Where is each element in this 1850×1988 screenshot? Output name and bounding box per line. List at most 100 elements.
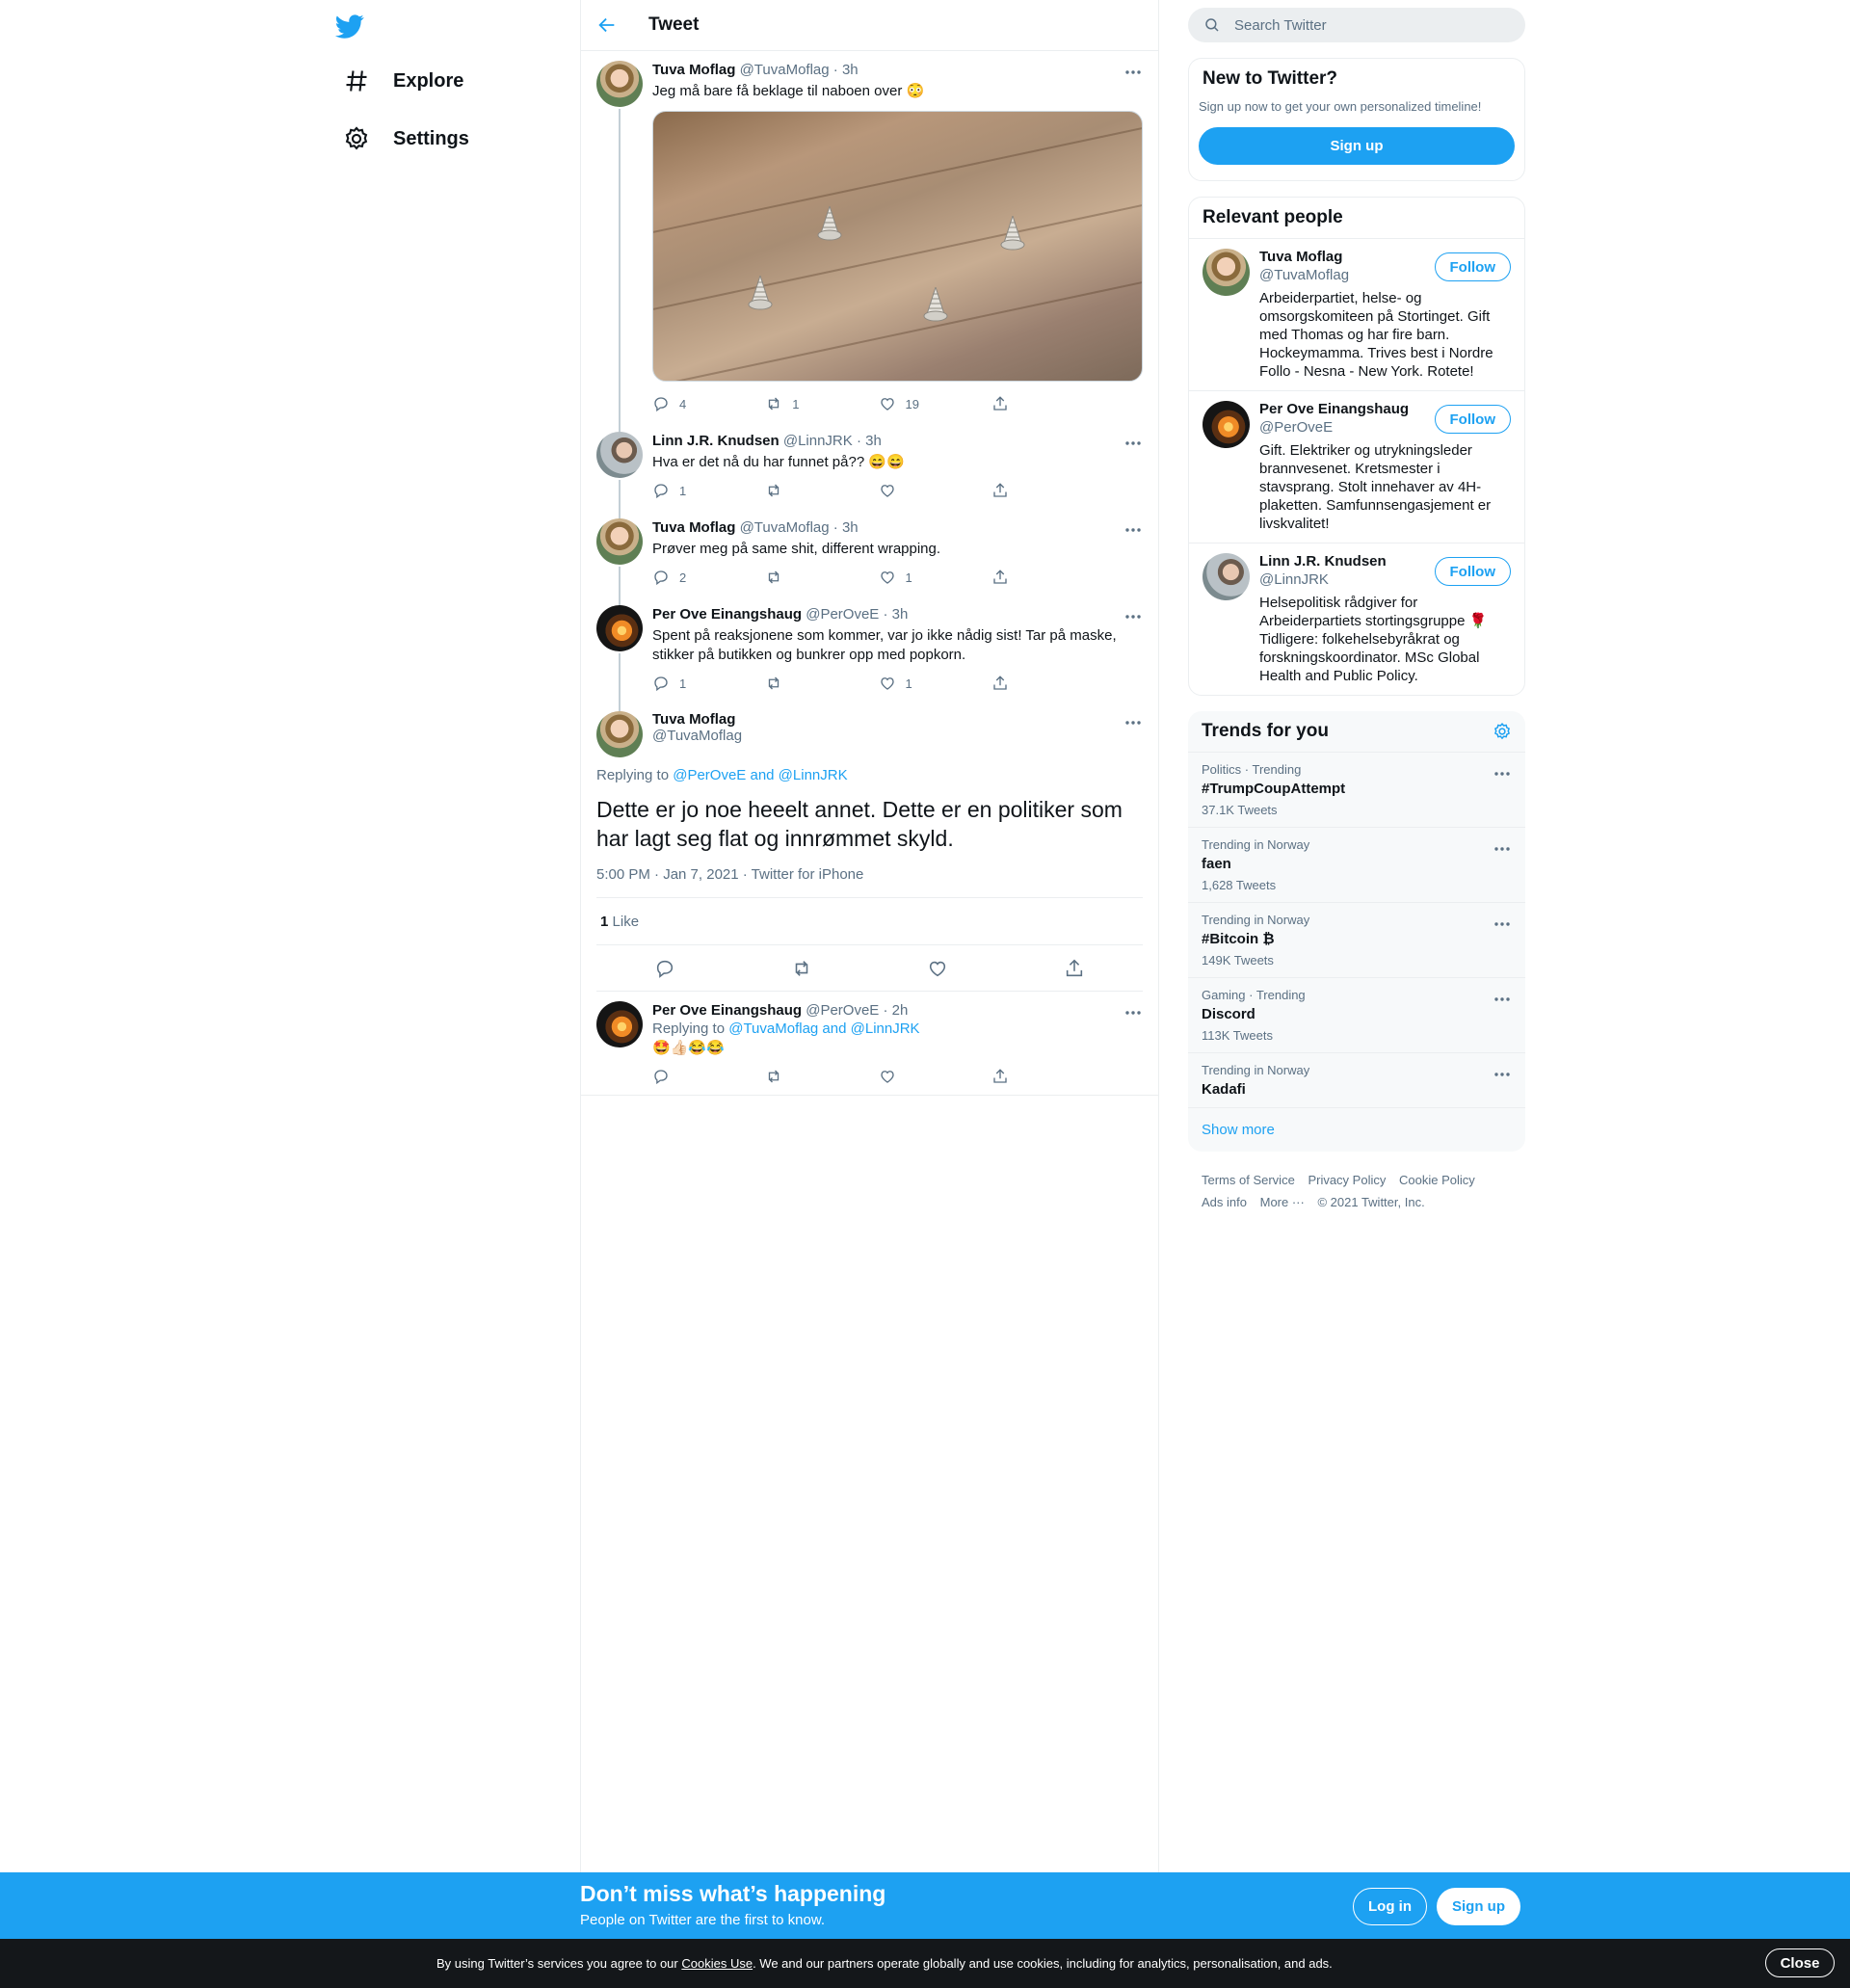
more-icon[interactable] — [1493, 990, 1512, 1009]
tweet-stats[interactable]: 1 Like — [596, 897, 1143, 945]
signup-button[interactable]: Sign up — [1437, 1888, 1520, 1925]
author-name[interactable]: Tuva Moflag — [652, 62, 735, 78]
more-icon[interactable] — [1493, 914, 1512, 934]
more-icon[interactable] — [1123, 520, 1143, 540]
reply-button[interactable]: 4 — [652, 395, 765, 412]
more-icon[interactable] — [1123, 434, 1143, 453]
search-input[interactable]: Search Twitter — [1234, 17, 1327, 34]
person-card[interactable]: Linn J.R. Knudsen @LinnJRK Helsepolitisk r… — [1189, 543, 1524, 695]
reply-tweet[interactable]: Per Ove Einangshaug @PerOveE · 2h Replyi… — [581, 992, 1158, 1096]
like-icon[interactable] — [927, 958, 948, 979]
thread-tweet[interactable]: Tuva Moflag @TuvaMoflag · 3h Prøver meg p… — [581, 509, 1158, 607]
footer-link[interactable]: Cookie Policy — [1399, 1173, 1475, 1187]
trend-item[interactable]: Trending in Norway #Bitcoin ₿ 149K Tweets — [1188, 903, 1525, 978]
login-button[interactable]: Log in — [1353, 1888, 1427, 1925]
like-button[interactable]: 19 — [879, 395, 991, 412]
like-button[interactable] — [879, 1068, 991, 1085]
trend-item[interactable]: Trending in Norway faen 1,628 Tweets — [1188, 828, 1525, 903]
like-button[interactable]: 1 — [879, 569, 991, 586]
reply-icon[interactable] — [654, 958, 675, 979]
share-icon[interactable] — [1064, 958, 1085, 979]
retweet-button[interactable] — [765, 1068, 878, 1085]
close-button[interactable]: Close — [1765, 1948, 1835, 1977]
more-icon[interactable] — [1123, 1003, 1143, 1022]
avatar[interactable] — [596, 711, 643, 757]
more-icon[interactable] — [1493, 839, 1512, 859]
person-card[interactable]: Tuva Moflag @TuvaMoflag Arbeiderpartiet, h… — [1189, 238, 1524, 390]
author-name[interactable]: Per Ove Einangshaug — [652, 1002, 802, 1019]
avatar[interactable] — [596, 605, 643, 651]
like-button[interactable]: 1 — [879, 675, 991, 692]
replying-to-link[interactable]: @TuvaMoflag and @LinnJRK — [728, 1021, 919, 1037]
tweet-time[interactable]: · 3h — [833, 519, 859, 536]
avatar[interactable] — [1202, 249, 1250, 296]
cookies-use-link[interactable]: Cookies Use — [681, 1956, 753, 1971]
tweet-timestamp[interactable]: 5:00 PM · Jan 7, 2021 · Twitter for iPho… — [596, 866, 1143, 883]
nav-explore[interactable]: Explore — [333, 57, 473, 105]
reply-button[interactable]: 1 — [652, 482, 765, 499]
author-name[interactable]: Linn J.R. Knudsen — [652, 433, 780, 449]
tweet-time[interactable]: · 3h — [857, 433, 882, 449]
avatar[interactable] — [596, 61, 643, 107]
retweet-button[interactable]: 1 — [765, 395, 878, 412]
author-handle[interactable]: @TuvaMoflag — [652, 728, 1143, 744]
more-icon[interactable] — [1123, 607, 1143, 626]
tweet-time[interactable]: · 3h — [883, 606, 908, 623]
retweet-button[interactable] — [765, 482, 878, 499]
author-name[interactable]: Tuva Moflag — [652, 711, 1143, 728]
tweet-time[interactable]: · 2h — [883, 1002, 908, 1019]
follow-button[interactable]: Follow — [1434, 252, 1511, 281]
like-button[interactable] — [879, 482, 991, 499]
avatar[interactable] — [596, 1001, 643, 1047]
trend-item[interactable]: Trending in Norway Kadafi — [1188, 1053, 1525, 1108]
person-card[interactable]: Per Ove Einangshaug @PerOveE Gift. Elektri… — [1189, 390, 1524, 543]
share-button[interactable] — [991, 569, 1104, 586]
author-handle[interactable]: @PerOveE — [806, 1002, 879, 1019]
author-handle[interactable]: @TuvaMoflag — [740, 62, 830, 78]
trend-item[interactable]: Politics · Trending #TrumpCoupAttempt 37.1… — [1188, 753, 1525, 828]
avatar[interactable] — [1202, 401, 1250, 448]
retweet-button[interactable] — [765, 569, 878, 586]
show-more-link[interactable]: Show more — [1188, 1108, 1525, 1152]
nav-settings[interactable]: Settings — [333, 115, 479, 163]
author-handle[interactable]: @PerOveE — [806, 606, 879, 623]
share-button[interactable] — [991, 482, 1104, 499]
footer-link[interactable]: Terms of Service — [1202, 1173, 1295, 1187]
signup-button[interactable]: Sign up — [1199, 127, 1515, 165]
thread-tweet[interactable]: Linn J.R. Knudsen @LinnJRK · 3h Hva er de… — [581, 422, 1158, 520]
tweet-image[interactable] — [652, 111, 1143, 382]
footer-link[interactable]: More ··· — [1260, 1195, 1305, 1209]
tweet-time[interactable]: · 3h — [833, 62, 859, 78]
gear-icon[interactable] — [1493, 722, 1512, 741]
reply-button[interactable]: 1 — [652, 675, 765, 692]
avatar[interactable] — [1202, 553, 1250, 600]
footer-link[interactable]: Ads info — [1202, 1195, 1247, 1209]
more-icon[interactable] — [1123, 713, 1143, 732]
retweet-icon[interactable] — [791, 958, 812, 979]
author-handle[interactable]: @LinnJRK — [783, 433, 853, 449]
search-box[interactable]: Search Twitter — [1188, 8, 1525, 42]
follow-button[interactable]: Follow — [1434, 557, 1511, 586]
follow-button[interactable]: Follow — [1434, 405, 1511, 434]
thread-tweet[interactable]: Tuva Moflag @TuvaMoflag · 3h Jeg må bare … — [581, 51, 1158, 434]
reply-button[interactable] — [652, 1068, 765, 1085]
share-button[interactable] — [991, 1068, 1104, 1085]
avatar[interactable] — [596, 432, 643, 478]
share-button[interactable] — [991, 395, 1104, 412]
twitter-bird-icon[interactable] — [335, 12, 376, 52]
author-name[interactable]: Tuva Moflag — [652, 519, 735, 536]
more-icon[interactable] — [1493, 764, 1512, 783]
thread-tweet[interactable]: Per Ove Einangshaug @PerOveE · 3h Spent p… — [581, 596, 1158, 713]
more-icon[interactable] — [1493, 1065, 1512, 1084]
avatar[interactable] — [596, 518, 643, 565]
author-handle[interactable]: @TuvaMoflag — [740, 519, 830, 536]
author-name[interactable]: Per Ove Einangshaug — [652, 606, 802, 623]
arrow-left-icon[interactable] — [596, 14, 618, 36]
footer-link[interactable]: Privacy Policy — [1308, 1173, 1386, 1187]
more-icon[interactable] — [1123, 63, 1143, 82]
share-button[interactable] — [991, 675, 1104, 692]
reply-button[interactable]: 2 — [652, 569, 765, 586]
retweet-button[interactable] — [765, 675, 878, 692]
replying-to-link[interactable]: @PerOveE and @LinnJRK — [673, 767, 847, 783]
trend-item[interactable]: Gaming · Trending Discord 113K Tweets — [1188, 978, 1525, 1053]
